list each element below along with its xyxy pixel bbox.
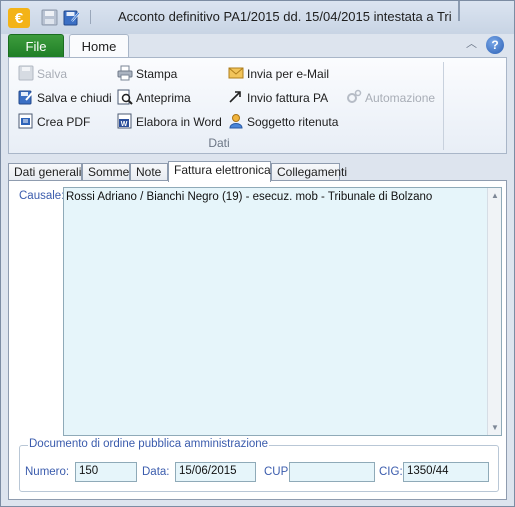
numero-field[interactable]: 150	[75, 462, 137, 482]
word-icon: W	[117, 113, 132, 129]
send-arrow-icon	[229, 91, 241, 103]
save-quick-icon[interactable]	[41, 9, 59, 26]
ribbon-home: Salva Salva e chiudi Crea PDF Stampa Ant…	[8, 57, 507, 154]
elabora-word-button[interactable]: W Elabora in Word	[117, 113, 222, 133]
documento-ordine-fieldset: Documento di ordine pubblica amministraz…	[19, 438, 499, 492]
ribbon-group-separator	[443, 62, 444, 150]
preview-icon	[117, 89, 133, 105]
ribbon-group-label: Dati	[208, 136, 230, 150]
person-icon	[229, 114, 243, 129]
printer-icon	[117, 65, 133, 81]
pdf-icon	[18, 113, 33, 129]
title-bar: € Acconto definitivo PA1/2015 dd. 15/04/…	[1, 1, 514, 34]
causale-scrollbar[interactable]: ▲ ▼	[487, 188, 501, 435]
salva-button[interactable]: Salva	[18, 65, 67, 85]
invia-email-button[interactable]: Invia per e-Mail	[228, 65, 329, 85]
salva-chiudi-label: Salva e chiudi	[37, 91, 112, 105]
documento-ordine-legend: Documento di ordine pubblica amministraz…	[28, 438, 270, 450]
data-label: Data:	[142, 466, 170, 478]
invio-fattura-pa-label: Invio fattura PA	[247, 91, 329, 105]
svg-text:W: W	[121, 121, 128, 128]
automazione-label: Automazione	[365, 91, 436, 105]
salva-chiudi-button[interactable]: Salva e chiudi	[18, 89, 112, 109]
euro-app-icon[interactable]: €	[8, 8, 30, 28]
anteprima-label: Anteprima	[136, 91, 191, 105]
tab-somme[interactable]: Somme	[82, 163, 130, 181]
scroll-up-icon[interactable]: ▲	[491, 191, 499, 200]
cup-field[interactable]	[289, 462, 375, 482]
invia-email-label: Invia per e-Mail	[247, 67, 330, 81]
anteprima-button[interactable]: Anteprima	[117, 89, 191, 109]
soggetto-ritenuta-label: Soggetto ritenuta	[247, 115, 339, 129]
save-close-icon	[18, 90, 34, 105]
causale-text: Rossi Adriano / Bianchi Negro (19) - ese…	[66, 191, 433, 203]
causale-textarea[interactable]: Rossi Adriano / Bianchi Negro (19) - ese…	[63, 187, 502, 436]
collapse-ribbon-icon[interactable]: ︿	[466, 39, 477, 50]
automazione-button[interactable]: Automazione	[346, 89, 435, 109]
stampa-button[interactable]: Stampa	[117, 65, 177, 85]
help-icon[interactable]: ?	[486, 36, 504, 54]
tab-note[interactable]: Note	[130, 163, 168, 181]
tab-collegamenti[interactable]: Collegamenti	[271, 163, 347, 181]
gears-icon	[347, 89, 362, 103]
file-tab[interactable]: File	[8, 34, 64, 58]
ribbon-tabstrip: File Home ︿ ?	[1, 34, 514, 59]
crea-pdf-button[interactable]: Crea PDF	[18, 113, 90, 133]
svg-text:€: €	[15, 10, 24, 27]
save-icon	[18, 65, 34, 81]
fattura-elettronica-panel: Causale: Rossi Adriano / Bianchi Negro (…	[8, 180, 507, 500]
save-close-quick-icon[interactable]	[63, 9, 81, 26]
tab-fattura-elettronica[interactable]: Fattura elettronica	[168, 161, 271, 182]
scroll-down-icon[interactable]: ▼	[491, 423, 499, 432]
window-title: Acconto definitivo PA1/2015 dd. 15/04/20…	[118, 9, 451, 24]
cup-label: CUP:	[264, 466, 292, 478]
qa-separator	[90, 10, 91, 24]
cig-field[interactable]: 1350/44	[403, 462, 489, 482]
soggetto-ritenuta-button[interactable]: Soggetto ritenuta	[228, 113, 338, 133]
invio-fattura-pa-button[interactable]: Invio fattura PA	[228, 89, 328, 109]
salva-label: Salva	[37, 67, 68, 81]
tab-dati-generali[interactable]: Dati generali	[8, 163, 82, 181]
cig-label: CIG:	[379, 466, 403, 478]
numero-label: Numero:	[25, 466, 70, 478]
causale-label: Causale:	[19, 190, 65, 202]
invoice-window: € Acconto definitivo PA1/2015 dd. 15/04/…	[0, 0, 515, 507]
crea-pdf-label: Crea PDF	[37, 115, 91, 129]
email-icon	[228, 67, 244, 79]
data-field[interactable]: 15/06/2015	[175, 462, 256, 482]
title-spacer	[458, 1, 460, 21]
elabora-word-label: Elabora in Word	[136, 115, 222, 129]
stampa-label: Stampa	[136, 67, 178, 81]
home-tab[interactable]: Home	[69, 34, 129, 59]
